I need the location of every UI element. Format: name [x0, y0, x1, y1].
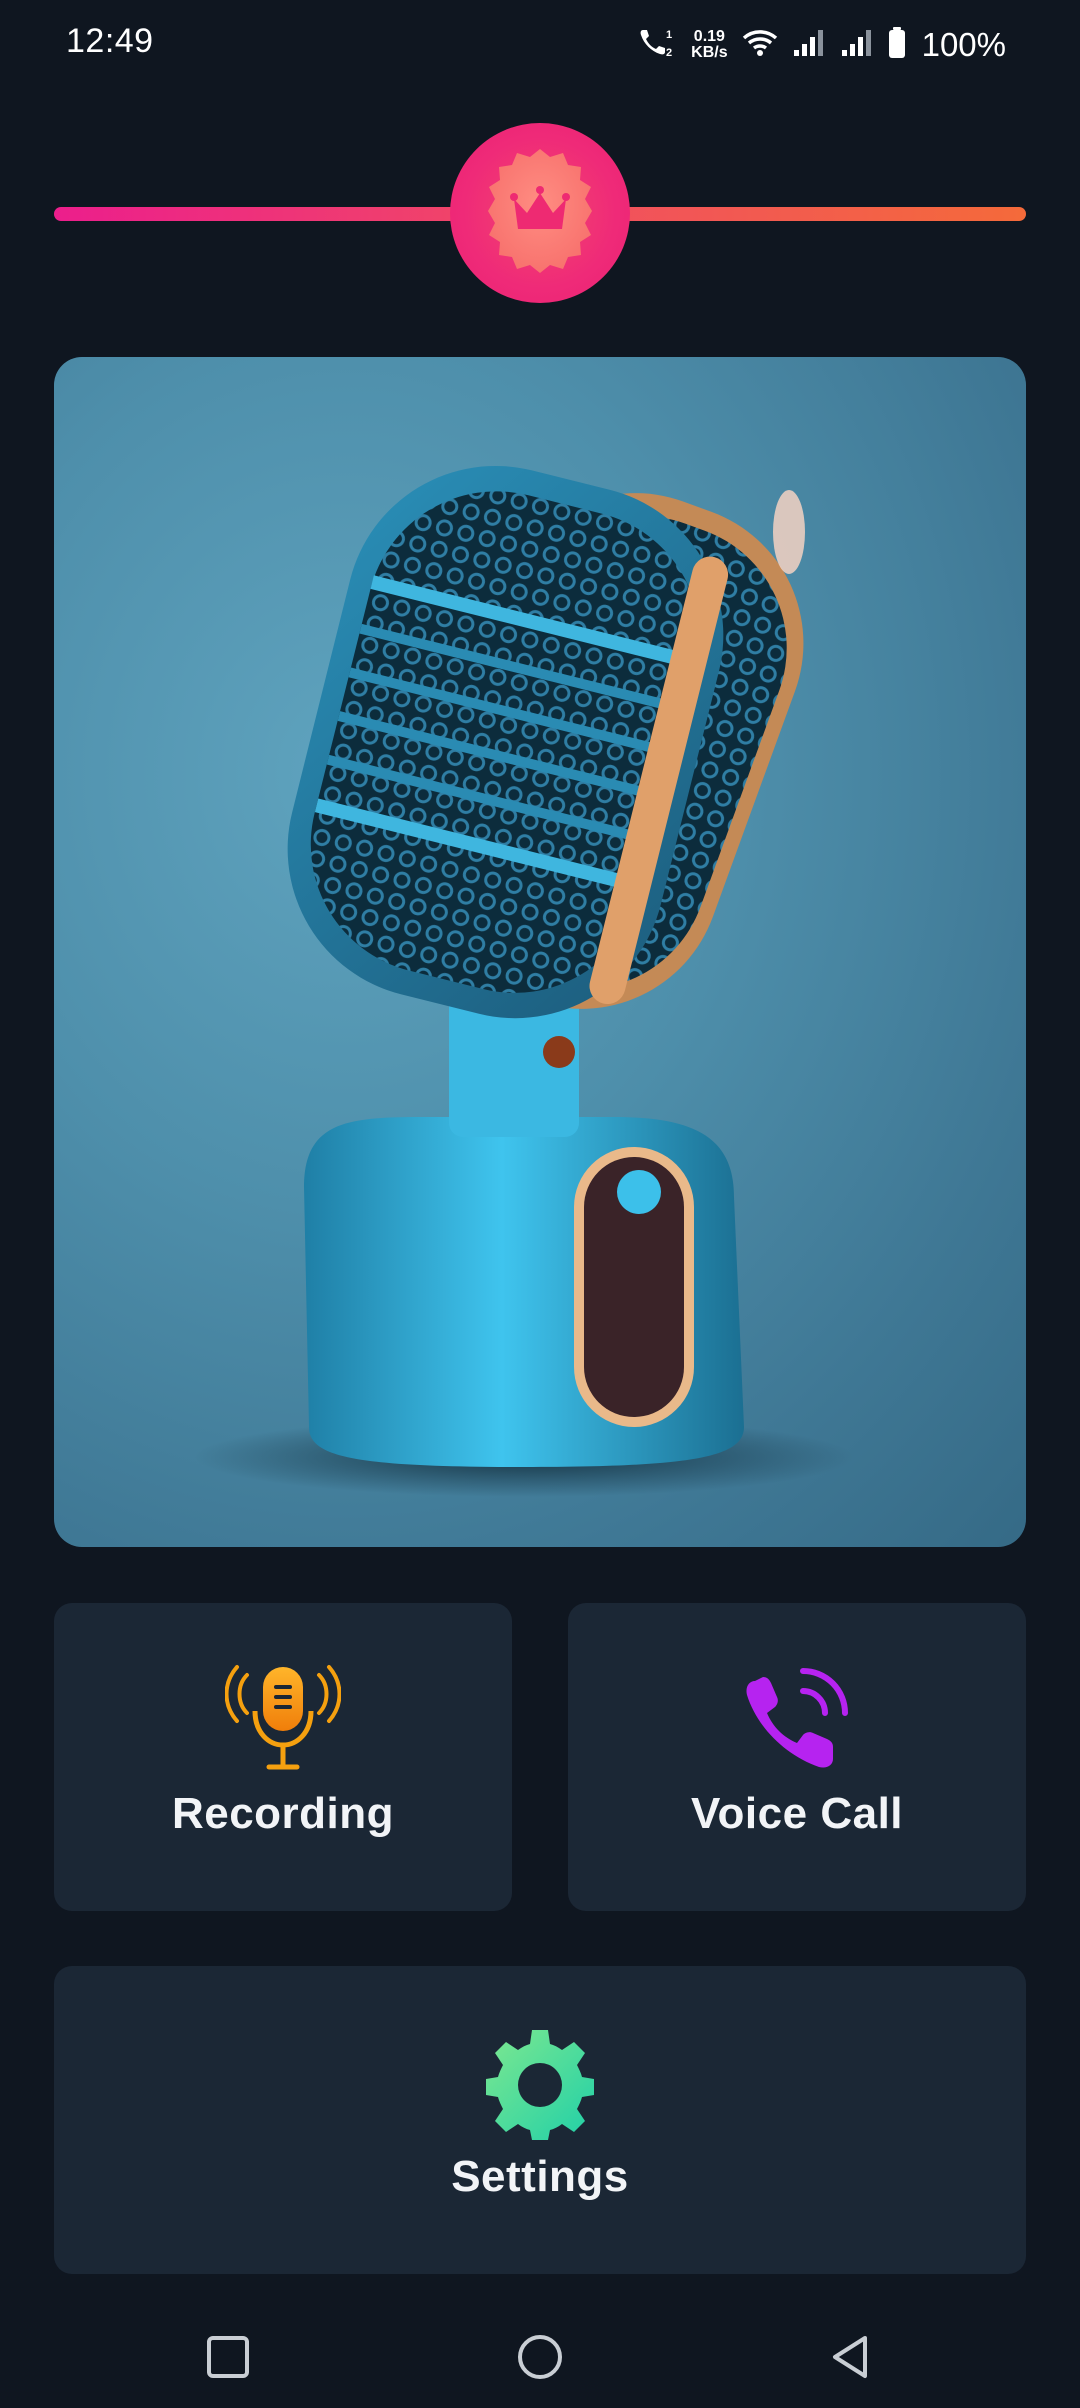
phone-icon: [739, 1661, 855, 1777]
recording-label: Recording: [171, 1789, 395, 1838]
call-sim-icon: 1 2: [637, 26, 677, 65]
microphone-illustration: [194, 465, 854, 1497]
settings-label: Settings: [451, 2152, 629, 2201]
recording-card[interactable]: Recording: [54, 1603, 512, 1911]
home-icon: [515, 2332, 565, 2387]
back-icon: [827, 2334, 873, 2385]
status-bar: 12:49 1 2 0.19 KB/s 100%: [0, 0, 1080, 90]
crown-icon: [470, 141, 610, 286]
svg-text:2: 2: [666, 47, 672, 59]
system-nav-bar: [0, 2300, 1080, 2408]
premium-button[interactable]: [450, 123, 630, 303]
signal-icon: [792, 28, 826, 63]
gear-icon: [482, 2024, 598, 2140]
home-button[interactable]: [505, 2324, 575, 2394]
net-speed-value: 0.19: [693, 28, 725, 45]
wifi-icon: [742, 28, 778, 63]
back-button[interactable]: [815, 2324, 885, 2394]
battery-percent: 100%: [921, 26, 1006, 63]
signal-icon: [840, 28, 874, 63]
network-speed: 0.19 KB/s: [691, 29, 727, 61]
net-speed-unit: KB/s: [691, 44, 728, 61]
recents-icon: [205, 2334, 251, 2385]
battery-icon: [888, 26, 906, 64]
status-icons: 1 2 0.19 KB/s 100%: [637, 22, 1006, 68]
voice-call-card[interactable]: Voice Call: [568, 1603, 1026, 1911]
hero-image: [54, 357, 1026, 1547]
microphone-icon: [225, 1661, 341, 1777]
status-time: 12:49: [66, 22, 154, 60]
settings-card[interactable]: Settings: [54, 1966, 1026, 2274]
svg-text:1: 1: [666, 29, 672, 41]
recents-button[interactable]: [193, 2324, 263, 2394]
voice-call-label: Voice Call: [690, 1789, 904, 1838]
